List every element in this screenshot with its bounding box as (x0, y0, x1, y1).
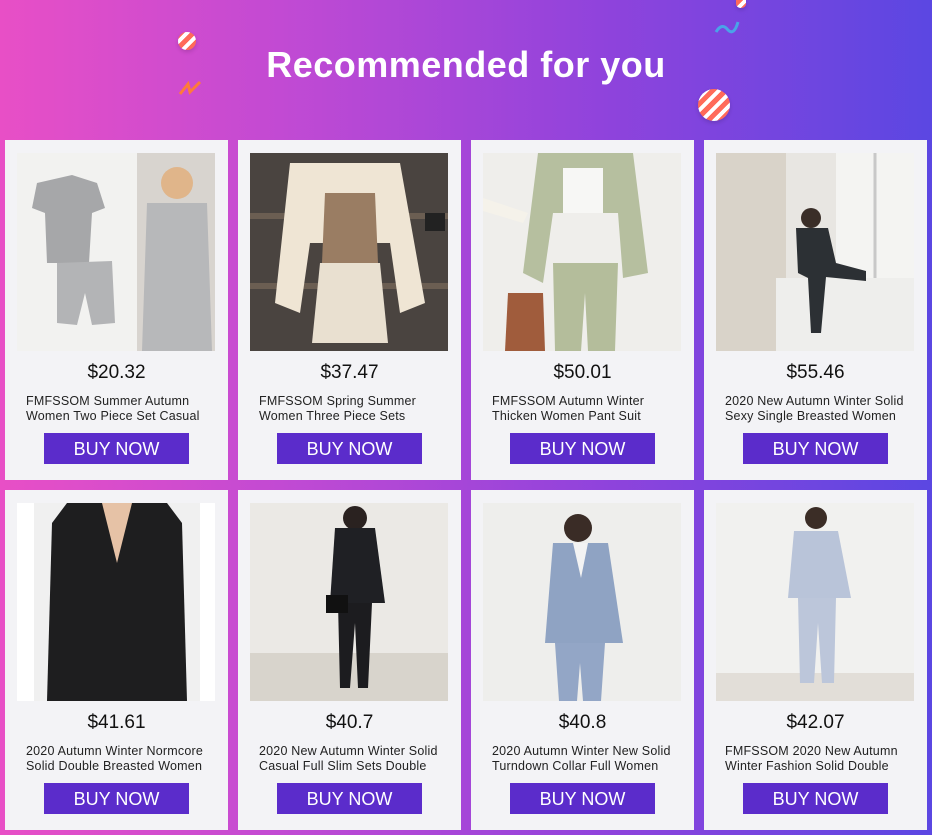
product-name[interactable]: FMFSSOM 2020 New Autumn Winter Fashion S… (725, 744, 910, 774)
product-name-line2: Thicken Women Pant Suit (492, 409, 641, 423)
product-name-line1: 2020 Autumn Winter Normcore (26, 744, 204, 758)
buy-now-button[interactable]: BUY NOW (510, 783, 655, 814)
product-name-line2: Women Two Piece Set Casual (26, 409, 200, 423)
product-name-line1: 2020 New Autumn Winter Solid (725, 394, 904, 408)
product-card[interactable]: $40.7 2020 New Autumn Winter Solid Casua… (238, 490, 461, 830)
product-name-line1: FMFSSOM 2020 New Autumn (725, 744, 898, 758)
buy-now-button[interactable]: BUY NOW (277, 433, 422, 464)
product-card[interactable]: $37.47 FMFSSOM Spring Summer Women Three… (238, 140, 461, 480)
buy-now-button[interactable]: BUY NOW (510, 433, 655, 464)
buy-now-button[interactable]: BUY NOW (44, 433, 189, 464)
product-price: $55.46 (786, 362, 845, 383)
product-name-line1: FMFSSOM Spring Summer (259, 394, 417, 408)
product-name[interactable]: 2020 New Autumn Winter Solid Sexy Single… (725, 394, 910, 424)
buy-now-button[interactable]: BUY NOW (743, 433, 888, 464)
confetti-ribbon-icon (714, 21, 740, 34)
product-name-line2: Turndown Collar Full Women (492, 759, 659, 773)
product-name-line1: 2020 Autumn Winter New Solid (492, 744, 671, 758)
product-name[interactable]: FMFSSOM Summer Autumn Women Two Piece Se… (26, 394, 211, 424)
product-image[interactable] (250, 153, 448, 351)
product-card[interactable]: $41.61 2020 Autumn Winter Normcore Solid… (5, 490, 228, 830)
product-price: $41.61 (87, 712, 146, 733)
product-price: $20.32 (87, 362, 146, 383)
buy-now-button[interactable]: BUY NOW (743, 783, 888, 814)
product-name-line1: 2020 New Autumn Winter Solid (259, 744, 438, 758)
striped-ball-decoration (736, 0, 746, 8)
product-price: $37.47 (320, 362, 379, 383)
product-name[interactable]: FMFSSOM Autumn Winter Thicken Women Pant… (492, 394, 677, 424)
product-name-line2: Winter Fashion Solid Double (725, 759, 889, 773)
buy-now-button[interactable]: BUY NOW (277, 783, 422, 814)
product-name-line1: FMFSSOM Summer Autumn (26, 394, 190, 408)
product-name-line1: FMFSSOM Autumn Winter (492, 394, 645, 408)
product-card[interactable]: $20.32 FMFSSOM Summer Autumn Women Two P… (5, 140, 228, 480)
striped-ball-decoration (698, 89, 730, 121)
product-name[interactable]: 2020 Autumn Winter New Solid Turndown Co… (492, 744, 677, 774)
product-image[interactable] (483, 153, 681, 351)
product-name[interactable]: 2020 New Autumn Winter Solid Casual Full… (259, 744, 444, 774)
product-grid: $20.32 FMFSSOM Summer Autumn Women Two P… (5, 140, 927, 830)
product-card[interactable]: $55.46 2020 New Autumn Winter Solid Sexy… (704, 140, 927, 480)
product-card[interactable]: $50.01 FMFSSOM Autumn Winter Thicken Wom… (471, 140, 694, 480)
product-name-line2: Casual Full Slim Sets Double (259, 759, 427, 773)
product-price: $40.8 (558, 712, 607, 733)
product-image[interactable] (483, 503, 681, 701)
buy-now-button[interactable]: BUY NOW (44, 783, 189, 814)
product-card[interactable]: $40.8 2020 Autumn Winter New Solid Turnd… (471, 490, 694, 830)
product-price: $42.07 (786, 712, 845, 733)
product-name-line2: Sexy Single Breasted Women (725, 409, 897, 423)
product-name[interactable]: 2020 Autumn Winter Normcore Solid Double… (26, 744, 211, 774)
product-price: $40.7 (325, 712, 374, 733)
product-name[interactable]: FMFSSOM Spring Summer Women Three Piece … (259, 394, 444, 424)
product-name-line2: Women Three Piece Sets (259, 409, 406, 423)
product-card[interactable]: $42.07 FMFSSOM 2020 New Autumn Winter Fa… (704, 490, 927, 830)
product-image[interactable] (17, 153, 215, 351)
product-image[interactable] (17, 503, 215, 701)
product-image[interactable] (716, 153, 914, 351)
page-title: Recommended for you (266, 44, 666, 85)
product-name-line2: Solid Double Breasted Women (26, 759, 203, 773)
product-price: $50.01 (553, 362, 612, 383)
product-image[interactable] (250, 503, 448, 701)
product-image[interactable] (716, 503, 914, 701)
